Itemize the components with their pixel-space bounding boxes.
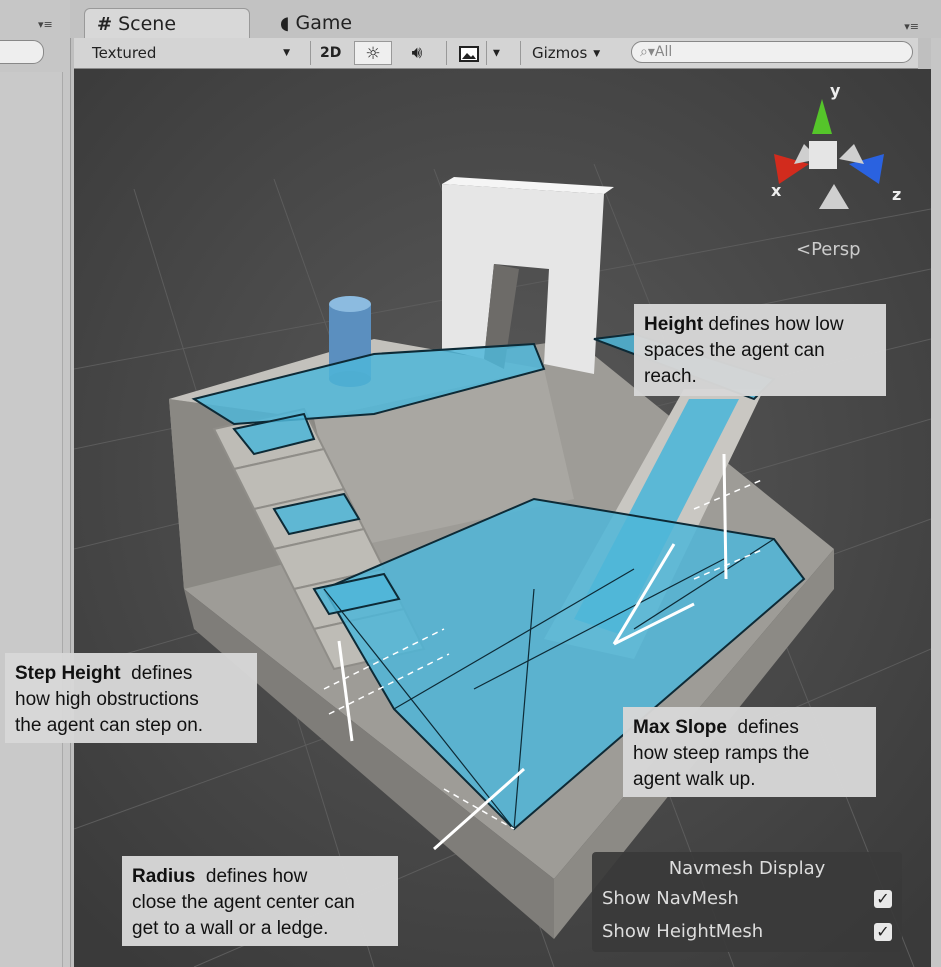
show-heightmesh-row[interactable]: Show HeightMesh ✓	[602, 921, 892, 949]
gizmos-dropdown[interactable]: Gizmos ▼	[532, 41, 618, 65]
left-search-field[interactable]	[0, 40, 44, 64]
scene-lighting-toggle[interactable]: ☼	[354, 41, 392, 65]
show-navmesh-checkbox[interactable]: ✓	[874, 890, 892, 908]
render-mode-dropdown[interactable]: Textured ▼	[82, 41, 296, 65]
left-panel-content	[0, 72, 63, 967]
right-dock-strip	[931, 38, 941, 967]
dropdown-caret-icon: ▼	[493, 48, 500, 59]
projection-label: Persp	[811, 239, 861, 260]
axis-x-label: x	[771, 181, 782, 200]
show-heightmesh-checkbox[interactable]: ✓	[874, 923, 892, 941]
render-mode-value: Textured	[92, 44, 157, 62]
image-icon	[459, 45, 479, 62]
axis-z-label: z	[892, 185, 902, 204]
audio-toggle[interactable]: 🔊︎	[400, 41, 434, 65]
callout-term: Step Height	[15, 663, 121, 684]
grid-icon: #	[97, 14, 113, 35]
left-dock-panel: ▾≡	[0, 0, 71, 967]
tab-scene-label: Scene	[118, 13, 177, 35]
speaker-icon: 🔊︎	[411, 43, 423, 63]
tab-game[interactable]: ◖ Game	[268, 8, 418, 38]
sun-icon: ☼	[365, 44, 381, 64]
show-navmesh-label: Show NavMesh	[602, 888, 739, 909]
effects-dropdown[interactable]: ▼	[486, 41, 506, 65]
callout-term: Radius	[132, 866, 196, 887]
height-callout: Height defines how low spaces the agent …	[634, 304, 886, 396]
search-placeholder: All	[654, 44, 673, 60]
panel-menu-icon[interactable]: ▾≡	[38, 18, 53, 31]
step-height-callout: Step Height defines how high obstruction…	[5, 653, 257, 743]
scene-search-input[interactable]: ⌕▾All	[631, 41, 913, 63]
show-heightmesh-label: Show HeightMesh	[602, 921, 764, 942]
axis-y-label: y	[830, 81, 841, 100]
navmesh-display-panel: Navmesh Display Show NavMesh ✓ Show Heig…	[592, 852, 902, 952]
2d-toggle-button[interactable]: 2D	[320, 41, 348, 65]
effects-toggle[interactable]	[456, 41, 482, 65]
show-navmesh-row[interactable]: Show NavMesh ✓	[602, 888, 892, 916]
tab-scene[interactable]: # Scene	[84, 8, 250, 38]
search-icon: ⌕▾	[640, 44, 655, 60]
pacman-icon: ◖	[280, 13, 290, 34]
gizmos-label: Gizmos	[532, 44, 588, 62]
tab-game-label: Game	[295, 12, 353, 34]
tab-menu-icon[interactable]: ▾≡	[904, 20, 919, 33]
scene-viewport[interactable]: y x z <Persp Navmesh Display Show NavMes…	[74, 69, 931, 967]
max-slope-callout: Max Slope defines how steep ramps the ag…	[623, 707, 876, 797]
navmesh-display-title: Navmesh Display	[668, 858, 826, 879]
tab-bar: # Scene ◖ Game ▾≡	[70, 0, 941, 38]
dropdown-caret-icon: ▼	[283, 48, 290, 58]
scene-toolbar: Textured ▼ 2D ☼ 🔊︎ ▼ Gizmos ▼ ⌕▾All	[74, 38, 918, 69]
projection-toggle[interactable]: <Persp	[796, 239, 861, 260]
dropdown-caret-icon: ▼	[593, 48, 601, 59]
perspective-icon: <	[796, 239, 812, 260]
callout-term: Height	[644, 314, 704, 335]
radius-callout: Radius defines how close the agent cente…	[122, 856, 398, 946]
scene-render	[74, 69, 931, 967]
callout-term: Max Slope	[633, 717, 727, 738]
